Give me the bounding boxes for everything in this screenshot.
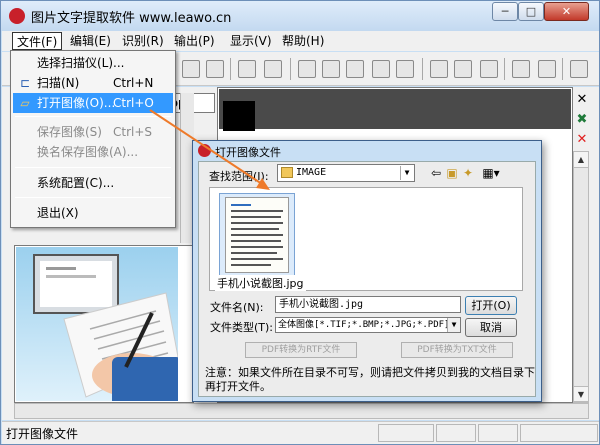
menu-item-label: 系统配置(C)... <box>37 176 115 190</box>
look-in-select[interactable]: IMAGE ▼ <box>277 164 415 182</box>
window-title: 图片文字提取软件 www.leawo.cn <box>31 11 232 26</box>
red-x-icon[interactable]: ✕ <box>575 133 589 147</box>
close-panel-icon[interactable]: ✕ <box>575 93 589 107</box>
menu-bar: 文件(F) 编辑(E) 识别(R) 输出(P) 显示(V) 帮助(H) <box>2 31 599 51</box>
file-menu-dropdown: 选择扫描仪(L)... ⊏ 扫描(N) Ctrl+N ▱ 打开图像(O)... … <box>10 50 176 228</box>
menu-file[interactable]: 文件(F) <box>12 32 63 50</box>
image-tool-icon[interactable] <box>206 60 224 78</box>
image-view-toolbar <box>219 89 571 129</box>
menu-item-label: 退出(X) <box>37 206 79 220</box>
arrow-right-icon[interactable] <box>538 60 556 78</box>
new-folder-icon[interactable]: ✦ <box>461 166 475 180</box>
toolbar-separator <box>230 58 231 80</box>
menu-item-shortcut: Ctrl+O <box>113 96 154 110</box>
close-button[interactable]: ✕ <box>544 2 589 21</box>
menu-item-save-image[interactable]: 保存图像(S) Ctrl+S <box>13 122 173 142</box>
menu-output[interactable]: 输出(P) <box>170 32 219 50</box>
view-menu-icon[interactable]: ▦▾ <box>479 166 503 180</box>
menu-edit[interactable]: 编辑(E) <box>66 32 115 50</box>
status-pane <box>478 424 518 442</box>
chevron-down-icon[interactable]: ▼ <box>447 318 460 332</box>
scan-tool-icon[interactable] <box>182 60 200 78</box>
menu-item-label: 选择扫描仪(L)... <box>37 56 125 70</box>
recognize-icon[interactable] <box>570 60 588 78</box>
folder-icon <box>281 167 293 178</box>
toolbar-separator <box>290 58 291 80</box>
menu-item-scan[interactable]: ⊏ 扫描(N) Ctrl+N <box>13 73 173 93</box>
menu-recognize[interactable]: 识别(R) <box>118 32 168 50</box>
arrow-left-icon[interactable] <box>512 60 530 78</box>
minimize-button[interactable]: ─ <box>492 2 518 21</box>
menu-item-exit[interactable]: 退出(X) <box>13 203 173 223</box>
menu-separator <box>15 116 171 117</box>
toolbar-separator <box>422 58 423 80</box>
chevron-down-icon[interactable]: ▼ <box>400 166 413 180</box>
look-in-value: IMAGE <box>296 167 327 178</box>
filename-input[interactable]: 手机小说截图.jpg <box>275 296 461 313</box>
cancel-button[interactable]: 取消 <box>465 318 517 337</box>
menu-item-open-image[interactable]: ▱ 打开图像(O)... Ctrl+O <box>13 93 173 113</box>
horizontal-scrollbar[interactable] <box>14 403 589 419</box>
open-button[interactable]: 打开(O) <box>465 296 517 315</box>
scroll-up-icon[interactable]: ▲ <box>574 152 588 168</box>
menu-item-save-image-as[interactable]: 换名保存图像(A)... <box>13 142 173 162</box>
delete-block-icon[interactable] <box>396 60 414 78</box>
status-pane <box>378 424 434 442</box>
back-icon[interactable]: ⇦ <box>429 166 443 180</box>
maximize-button[interactable]: □ <box>518 2 544 21</box>
thumbnail-image[interactable] <box>16 247 178 401</box>
sort-icon[interactable] <box>372 60 390 78</box>
scroll-down-icon[interactable]: ▼ <box>574 386 588 402</box>
menu-separator <box>15 167 171 168</box>
scan-icon: ⊏ <box>19 76 31 90</box>
open-folder-icon: ▱ <box>20 96 30 110</box>
open-image-dialog: 打开图像文件 查找范围(I): IMAGE ▼ ⇦ ▣ ✦ ▦▾ 手机小说截图.… <box>192 140 542 402</box>
title-bar[interactable]: 图片文字提取软件 www.leawo.cn ─ □ ✕ <box>1 1 599 31</box>
status-bar: 打开图像文件 <box>2 421 599 444</box>
menu-item-label: 打开图像(O)... <box>37 96 116 110</box>
side-icons: ✕ ✖ ✕ <box>573 89 589 151</box>
menu-item-label: 保存图像(S) <box>37 125 102 139</box>
filename-label: 文件名(N): <box>210 301 264 314</box>
dialog-title: 打开图像文件 <box>215 146 281 159</box>
menu-item-shortcut: Ctrl+N <box>113 76 154 90</box>
status-text: 打开图像文件 <box>6 427 79 441</box>
status-pane <box>436 424 476 442</box>
file-item-name[interactable]: 手机小说截图.jpg <box>215 275 306 291</box>
menu-item-shortcut: Ctrl+S <box>113 125 153 139</box>
look-in-label: 查找范围(I): <box>209 170 269 183</box>
pen-icon[interactable] <box>480 60 498 78</box>
menu-item-select-scanner[interactable]: 选择扫描仪(L)... <box>13 53 173 73</box>
menu-separator <box>15 197 171 198</box>
file-thumbnail[interactable] <box>225 197 289 273</box>
excel-icon[interactable]: ✖ <box>575 113 589 127</box>
filetype-value: 全体图像[*.TIF;*.BMP;*.JPG;*.PDF] <box>278 320 450 330</box>
up-folder-icon[interactable]: ▣ <box>445 166 459 180</box>
filetype-label: 文件类型(T): <box>210 321 274 334</box>
image-preview-block <box>223 101 255 131</box>
menu-item-system-config[interactable]: 系统配置(C)... <box>13 173 173 193</box>
dialog-title-bar[interactable]: 打开图像文件 <box>193 141 541 161</box>
select-icon[interactable] <box>454 60 472 78</box>
pointer-icon[interactable] <box>430 60 448 78</box>
menu-display[interactable]: 显示(V) <box>226 32 276 50</box>
layout-tool-icon[interactable] <box>238 60 256 78</box>
toolbar-separator <box>562 58 563 80</box>
right-scrollbar[interactable]: ▲ ▼ <box>573 151 589 403</box>
status-pane <box>520 424 598 442</box>
text-block-icon[interactable] <box>298 60 316 78</box>
app-logo-icon <box>198 144 211 157</box>
toolbar-separator <box>504 58 505 80</box>
grid-tool-icon[interactable] <box>264 60 282 78</box>
pdf-to-txt-button[interactable]: PDF转换为TXT文件 <box>401 342 513 358</box>
menu-help[interactable]: 帮助(H) <box>278 32 328 50</box>
app-logo-icon <box>9 8 25 24</box>
filetype-select[interactable]: 全体图像[*.TIF;*.BMP;*.JPG;*.PDF] ▼ <box>275 317 461 333</box>
table-block-icon[interactable] <box>322 60 340 78</box>
menu-item-label: 换名保存图像(A)... <box>37 145 139 159</box>
dialog-note: 注意：如果文件所在目录不可写，则请把文件拷贝到我的文档目录下再打开文件。 <box>205 366 535 393</box>
menu-item-label: 扫描(N) <box>37 76 80 90</box>
picture-block-icon[interactable] <box>346 60 364 78</box>
pdf-to-rtf-button[interactable]: PDF转换为RTF文件 <box>245 342 357 358</box>
